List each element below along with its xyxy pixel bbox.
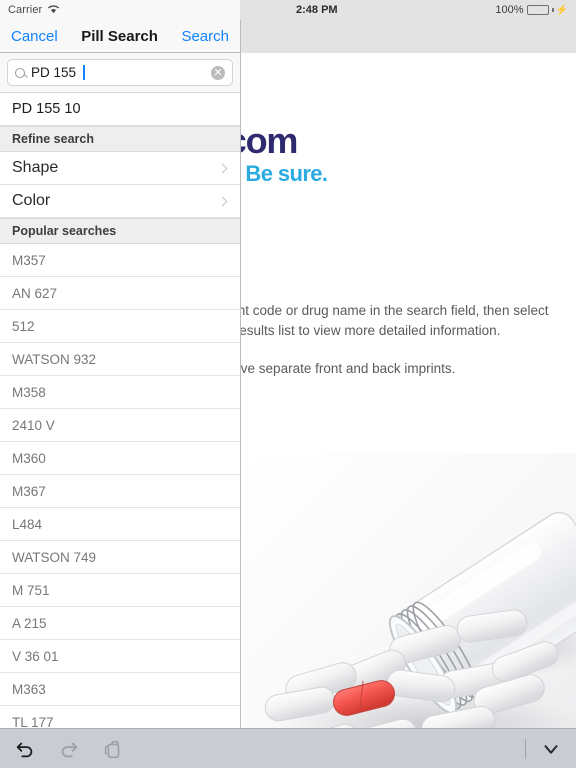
list-item[interactable]: M363 xyxy=(0,673,240,706)
pill-search-panel: Cancel Pill Search Search PD 155 ✕ PD 15… xyxy=(0,20,241,728)
app-root: Carrier 2:48 PM 100% ⚡ Drugs.com xyxy=(0,0,576,768)
popular-search-label: TL 177 xyxy=(12,714,54,729)
clear-circle-icon[interactable]: ✕ xyxy=(211,65,225,80)
list-item[interactable]: AN 627 xyxy=(0,277,240,310)
pill-bottle-photo xyxy=(243,453,576,768)
chevron-down-icon[interactable] xyxy=(540,738,562,760)
list-item[interactable]: L484 xyxy=(0,508,240,541)
search-results-list[interactable]: PD 155 10 Refine search Shape Color Popu… xyxy=(0,93,240,728)
popular-search-label: V 36 01 xyxy=(12,648,59,664)
section-header-label: Popular searches xyxy=(12,224,117,238)
list-item[interactable]: PD 155 10 xyxy=(0,93,240,126)
clock-label: 2:48 PM xyxy=(296,4,338,16)
sidebar-item-color[interactable]: Color xyxy=(0,185,240,218)
popular-search-label: 512 xyxy=(12,318,35,334)
shape-label: Shape xyxy=(12,159,59,176)
toolbar-divider xyxy=(525,738,526,759)
list-item[interactable]: M360 xyxy=(0,442,240,475)
list-item[interactable]: TL 177 xyxy=(0,706,240,728)
battery-full-icon xyxy=(526,5,549,15)
popular-search-label: AN 627 xyxy=(12,285,58,301)
popular-search-label: WATSON 749 xyxy=(12,549,97,565)
keyboard-toolbar xyxy=(0,728,576,768)
refine-search-header: Refine search xyxy=(0,126,240,152)
battery-indicator: 100% ⚡ xyxy=(495,4,568,16)
search-bar-container: PD 155 ✕ xyxy=(0,53,240,93)
keyboard-toolbar-right xyxy=(525,738,562,760)
popular-search-label: M357 xyxy=(12,252,46,268)
redo-arrow-icon[interactable] xyxy=(58,738,80,760)
popular-search-label: M 751 xyxy=(12,582,50,598)
popular-search-label: A 215 xyxy=(12,615,47,631)
list-item[interactable]: M367 xyxy=(0,475,240,508)
color-label: Color xyxy=(12,192,51,209)
sidebar-item-shape[interactable]: Shape xyxy=(0,152,240,185)
keyboard-toolbar-actions xyxy=(14,738,124,760)
list-item[interactable]: WATSON 932 xyxy=(0,343,240,376)
search-input-value: PD 155 xyxy=(31,65,77,80)
page-title: Pill Search xyxy=(81,27,158,45)
section-header-label: Refine search xyxy=(12,132,94,146)
list-item[interactable]: 2410 V xyxy=(0,409,240,442)
status-bar-right: 2:48 PM 100% ⚡ xyxy=(240,0,576,20)
battery-percent-label: 100% xyxy=(495,4,524,16)
popular-search-label: M358 xyxy=(12,384,46,400)
wifi-icon xyxy=(47,1,60,19)
popular-searches-header: Popular searches xyxy=(0,218,240,244)
navigation-bar: Cancel Pill Search Search xyxy=(0,20,240,53)
status-bar: Carrier 2:48 PM 100% ⚡ xyxy=(0,0,576,20)
search-button[interactable]: Search xyxy=(181,28,229,45)
list-item[interactable]: WATSON 749 xyxy=(0,541,240,574)
suggestion-label: PD 155 10 xyxy=(12,101,81,117)
list-item[interactable]: 512 xyxy=(0,310,240,343)
magnifier-icon xyxy=(15,67,25,78)
list-item[interactable]: M358 xyxy=(0,376,240,409)
list-item[interactable]: A 215 xyxy=(0,607,240,640)
undo-arrow-icon[interactable] xyxy=(14,738,36,760)
paste-clipboard-icon[interactable] xyxy=(102,738,124,760)
popular-search-label: 2410 V xyxy=(12,417,55,433)
chevron-right-icon xyxy=(217,163,228,173)
popular-search-label: WATSON 932 xyxy=(12,351,97,367)
search-input[interactable]: PD 155 ✕ xyxy=(7,59,233,86)
chevron-right-icon xyxy=(217,196,228,206)
popular-search-label: M360 xyxy=(12,450,46,466)
status-bar-left: Carrier xyxy=(0,0,240,20)
battery-cap xyxy=(551,8,554,12)
list-item[interactable]: M357 xyxy=(0,244,240,277)
popular-search-label: M367 xyxy=(12,483,46,499)
cancel-button[interactable]: Cancel xyxy=(11,28,58,45)
lightning-bolt-icon: ⚡ xyxy=(555,4,568,16)
text-cursor xyxy=(83,65,85,80)
popular-search-label: L484 xyxy=(12,516,43,532)
list-item[interactable]: M 751 xyxy=(0,574,240,607)
popular-search-label: M363 xyxy=(12,681,46,697)
list-item[interactable]: V 36 01 xyxy=(0,640,240,673)
carrier-label: Carrier xyxy=(8,4,43,16)
